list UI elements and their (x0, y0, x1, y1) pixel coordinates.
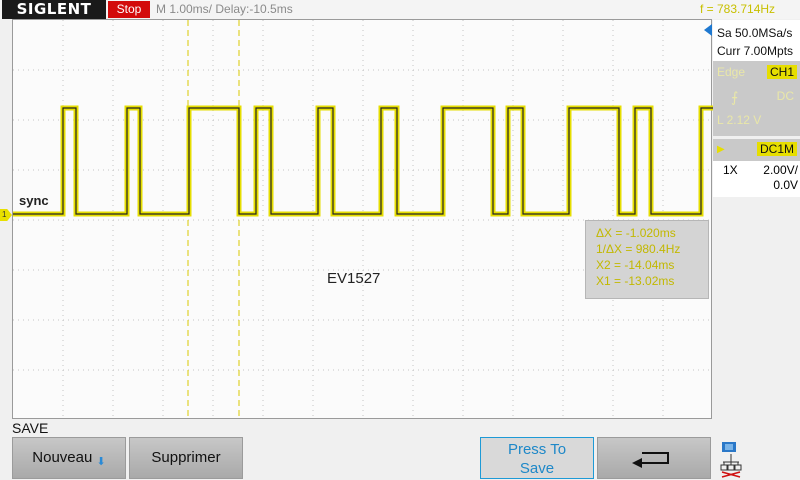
acquisition-panel[interactable]: Sa 50.0MSa/s Curr 7.00Mpts (713, 20, 800, 61)
timebase-readout[interactable]: M 1.00ms/ Delay:-10.5ms (156, 2, 293, 16)
trace-label: sync (19, 193, 49, 208)
trigger-panel[interactable]: Edge CH1 ⨍ DC L 2.12 V (713, 61, 800, 136)
return-arrow-icon (632, 452, 669, 468)
trigger-level: L 2.12 V (717, 113, 762, 127)
cursor-x2: X2 = -14.04ms (596, 258, 675, 272)
brand-logo: SIGLENT (2, 0, 106, 19)
waveform-display[interactable] (12, 19, 713, 420)
new-button-label: Nouveau (32, 449, 93, 466)
press-to-save-line1: Press To (507, 441, 567, 458)
trigger-type: Edge (717, 65, 746, 79)
press-to-save-line2: Save (519, 460, 555, 477)
cursor-readout: ΔX = -1.020ms 1/ΔX = 980.4Hz X2 = -14.04… (585, 220, 709, 299)
trigger-coupling: DC (776, 89, 794, 103)
trigger-position-icon (704, 24, 712, 36)
cursor-x1: X1 = -13.02ms (596, 274, 675, 288)
channel-1-icon: ▶ (717, 144, 725, 155)
channel-tab: ▶ DC1M (713, 139, 800, 161)
channel-1-marker[interactable]: 1 (0, 209, 12, 221)
channel-1-panel[interactable]: ▶ DC1M 1X 2.00V/ 0.0V (713, 139, 800, 197)
run-stop-badge[interactable]: Stop (108, 1, 150, 18)
frequency-readout: f = 783.714Hz (700, 2, 776, 16)
cursor-delta-x: ΔX = -1.020ms (596, 226, 676, 240)
cursor-inverse-delta: 1/ΔX = 980.4Hz (596, 242, 681, 256)
channel-coupling: DC1M (756, 142, 797, 156)
menu-title: SAVE (12, 420, 49, 436)
press-to-save-button[interactable]: Press To Save (480, 437, 594, 479)
rising-edge-icon: ⨍ (731, 89, 739, 105)
status-bar: SIGLENT Stop M 1.00ms/ Delay:-10.5ms f =… (0, 0, 800, 19)
sample-rate: Sa 50.0MSa/s (717, 26, 793, 40)
probe-ratio: 1X (723, 163, 738, 177)
new-button[interactable]: Nouveau ⬇ (12, 437, 126, 479)
annotation-label: EV1527 (327, 270, 381, 287)
trigger-source: CH1 (766, 65, 797, 79)
softkey-menu: SAVE Nouveau ⬇ Supprimer Press To Save (0, 419, 800, 480)
network-icon[interactable] (720, 440, 742, 478)
vertical-scale: 2.00V/ (763, 163, 798, 177)
back-button[interactable] (597, 437, 711, 479)
chevron-down-icon: ⬇ (96, 456, 106, 468)
vertical-offset: 0.0V (773, 178, 798, 192)
delete-button[interactable]: Supprimer (129, 437, 243, 479)
memory-depth: Curr 7.00Mpts (717, 44, 794, 58)
